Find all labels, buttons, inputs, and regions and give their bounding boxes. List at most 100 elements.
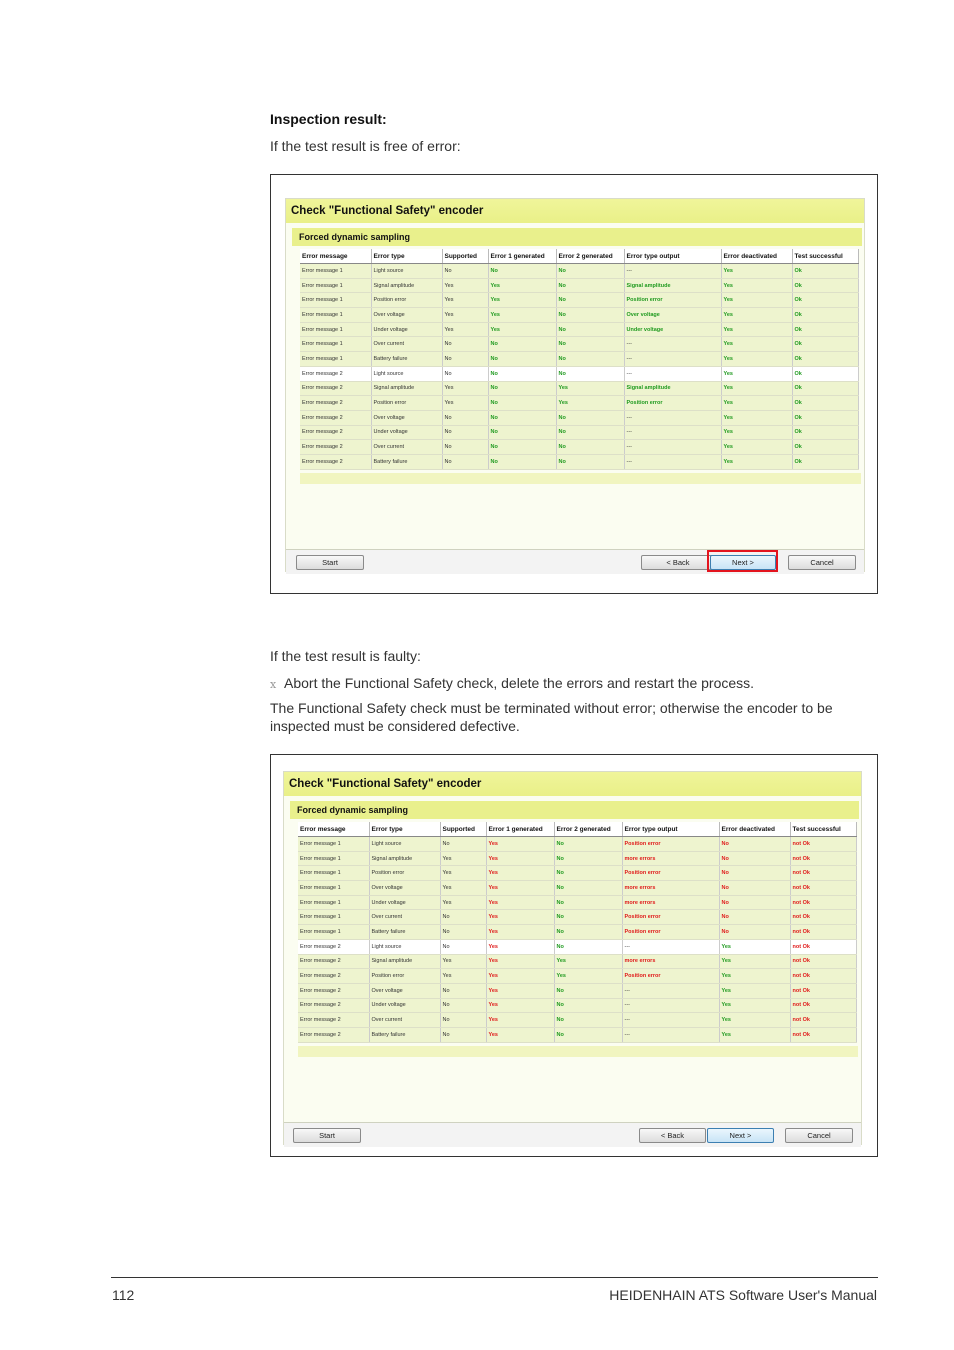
table-cell: Position error — [622, 968, 720, 984]
table-cell: No — [440, 939, 487, 955]
table-cell: No — [556, 366, 625, 382]
table-cell: Signal amplitude — [369, 954, 441, 970]
column-header: Error 1 generated — [488, 249, 557, 264]
table-cell: Signal amplitude — [369, 851, 441, 867]
table-cell: No — [554, 1012, 623, 1028]
back-button[interactable]: < Back — [639, 1128, 706, 1143]
table-cell: Yes — [719, 939, 791, 955]
table-cell: Error message 1 — [300, 322, 372, 338]
table-row: Error message 2 Battery failure No Yes No ---… — [298, 1027, 857, 1043]
table-cell: Position error — [371, 292, 443, 309]
table-row: Error message 2 Over voltage No Yes No --- Yes… — [298, 983, 857, 999]
table-row: Error message 2 Under voltage No No No --- Yes… — [300, 425, 859, 441]
table-cell: Yes — [556, 395, 625, 411]
table-cell: Position error — [369, 865, 441, 882]
table-cell: Yes — [719, 954, 791, 970]
column-header: Error 2 generated — [554, 822, 623, 837]
table-cell: No — [488, 381, 557, 397]
table-cell: Error message 2 — [300, 366, 372, 382]
table-cell: Over voltage — [369, 983, 441, 999]
table-cell: Yes — [721, 454, 793, 470]
table-row: Error message 1 Position error Yes Yes No Pos… — [300, 292, 859, 309]
column-header: Error type output — [622, 822, 720, 837]
cancel-button[interactable]: Cancel — [785, 1128, 853, 1143]
table-cell: Yes — [486, 1012, 555, 1028]
table-cell: not Ok — [790, 909, 857, 926]
start-button[interactable]: Start — [296, 555, 364, 570]
table-cell: No — [554, 909, 623, 926]
table-cell: No — [488, 410, 557, 426]
column-header: Error deactivated — [719, 822, 791, 837]
dialog-title: Check "Functional Safety" encoder — [286, 199, 864, 223]
table-cell: Yes — [486, 865, 555, 882]
table-row: Error message 2 Over current No No No --- Yes O… — [300, 439, 859, 455]
next-button[interactable]: Next > — [707, 1128, 774, 1143]
table-row: Error message 2 Under voltage No Yes No --- Ye… — [298, 998, 857, 1014]
table-cell: Error message 2 — [300, 381, 372, 397]
table-cell: Signal amplitude — [371, 278, 443, 294]
table-cell: No — [442, 336, 489, 353]
table-cell: No — [488, 439, 557, 455]
table-cell: Ok — [792, 322, 859, 338]
table-cell: Yes — [721, 278, 793, 294]
table-cell: No — [719, 895, 791, 911]
table-cell: --- — [622, 939, 720, 955]
table-cell: Error message 2 — [298, 998, 370, 1014]
table-cell: Yes — [721, 366, 793, 382]
table-cell: No — [442, 439, 489, 455]
table-cell: Yes — [554, 968, 623, 984]
table-row: Error message 1 Under voltage Yes Yes No Unde… — [300, 322, 859, 338]
table-cell: --- — [624, 366, 722, 382]
table-cell: Yes — [721, 292, 793, 309]
table-header-row: Error message Error type Supported Error 1 … — [298, 822, 857, 837]
dialog-title: Check "Functional Safety" encoder — [284, 772, 861, 796]
table-cell: Yes — [488, 322, 557, 338]
table-cell: No — [554, 865, 623, 882]
table-row: Error message 1 Battery failure No No No --- Y… — [300, 351, 859, 367]
intro-faulty-text: If the test result is faulty: — [270, 648, 421, 664]
column-header: Error 1 generated — [486, 822, 555, 837]
table-cell: Yes — [721, 395, 793, 411]
table-cell: not Ok — [790, 836, 857, 852]
table-cell: Yes — [721, 351, 793, 367]
table-row: Error message 1 Signal amplitude Yes Yes No m… — [298, 851, 857, 867]
table-cell: No — [554, 895, 623, 911]
table-cell: Yes — [442, 395, 489, 411]
back-button[interactable]: < Back — [641, 555, 715, 570]
table-cell: Yes — [554, 954, 623, 970]
table-row: Error message 2 Light source No No No --- Yes O… — [300, 366, 859, 382]
table-cell: --- — [624, 425, 722, 441]
table-cell: No — [554, 924, 623, 940]
table-cell: No — [488, 351, 557, 367]
table-cell: Position error — [624, 395, 722, 411]
table-cell: Over current — [369, 1012, 441, 1028]
start-button[interactable]: Start — [293, 1128, 361, 1143]
table-cell: not Ok — [790, 924, 857, 940]
column-header: Error type — [369, 822, 441, 837]
table-cell: Error message 1 — [298, 851, 370, 867]
table-cell: Position error — [622, 865, 720, 882]
table-row: Error message 1 Over voltage Yes Yes No Over … — [300, 307, 859, 323]
table-cell: No — [442, 263, 489, 279]
table-cell: Yes — [486, 895, 555, 911]
table-cell: more errors — [622, 880, 720, 896]
bullet-marker: x — [270, 678, 277, 691]
table-cell: Yes — [486, 998, 555, 1014]
table-cell: Light source — [369, 939, 441, 955]
table-cell: Error message 1 — [300, 336, 372, 353]
table-row: Error message 2 Signal amplitude Yes No Yes S… — [300, 381, 859, 397]
table-cell: No — [440, 983, 487, 999]
table-cell: Ok — [792, 278, 859, 294]
table-cell: Yes — [488, 307, 557, 323]
table-cell: Yes — [486, 851, 555, 867]
table-cell: No — [440, 836, 487, 852]
table-cell: No — [556, 322, 625, 338]
table-cell: No — [442, 410, 489, 426]
table-cell: Ok — [792, 292, 859, 309]
note-text: The Functional Safety check must be term… — [270, 700, 833, 734]
table-cell: Ok — [792, 410, 859, 426]
column-header: Error type output — [624, 249, 722, 264]
table-cell: Under voltage — [371, 425, 443, 441]
table-cell: No — [488, 395, 557, 411]
cancel-button[interactable]: Cancel — [788, 555, 856, 570]
